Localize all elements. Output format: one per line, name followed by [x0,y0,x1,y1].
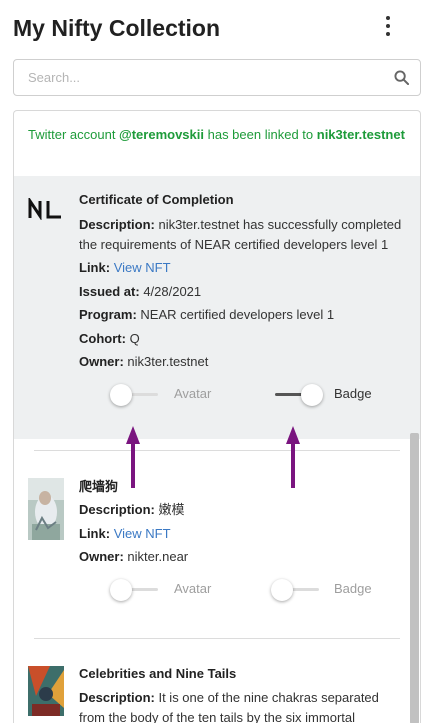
page-title: My Nifty Collection [13,15,221,41]
link-field: Link: View NFT [79,258,406,278]
view-nft-link[interactable]: View NFT [114,526,171,541]
search-input[interactable] [14,60,384,95]
toggle-knob [271,578,293,601]
notice-account: nik3ter.testnet [316,127,405,142]
owner-value: nik3ter.testnet [127,354,209,369]
link-label: Link: [79,260,111,275]
app-header: My Nifty Collection [13,12,419,48]
nft-card-certificate[interactable]: Certificate of Completion Description: n… [14,176,420,439]
view-nft-link[interactable]: View NFT [114,260,171,275]
annotation-arrow-up-icon [126,426,140,488]
owner-label: Owner: [79,354,124,369]
toggle-knob [301,383,323,406]
card-toggles: Avatar Badge [28,372,406,418]
link-label: Link: [79,525,111,541]
notice-prefix: Twitter account [28,127,120,142]
notice-handle: @teremovskii [119,127,204,142]
nl-logo-icon [28,198,61,220]
search-box [13,59,421,96]
description-label: Description: [79,217,155,232]
avatar-label: Avatar [174,580,212,596]
badge-toggle[interactable] [271,578,323,601]
scrollbar[interactable] [410,433,419,723]
description-field: Description: 嫩模 [79,500,406,520]
card-toggles: Avatar Badge [28,567,406,613]
owner-field: Owner: nik3ter.testnet [79,352,406,372]
link-notice: Twitter account @teremovskii has been li… [14,111,420,176]
description-label: Description: [79,690,155,705]
badge-label: Badge [334,385,372,401]
toggle-knob [110,578,132,601]
cohort-field: Cohort: Q [79,329,406,349]
program-label: Program: [79,307,137,322]
badge-toggle[interactable] [271,383,323,406]
avatar-label: Avatar [174,385,212,401]
owner-field: Owner: nikter.near [79,547,406,567]
link-field: Link: View NFT [79,524,406,544]
nft-thumbnail-image [28,478,64,540]
card-title: Celebrities and Nine Tails [79,666,237,681]
description-label: Description: [79,502,155,517]
search-icon[interactable] [394,70,409,85]
avatar-toggle[interactable] [110,383,162,406]
issued-value: 4/28/2021 [143,283,202,299]
description-field: Description: nik3ter.testnet has success… [79,215,406,254]
card-title: Certificate of Completion [79,192,234,207]
cohort-value: Q [129,330,140,346]
toggle-knob [110,383,132,406]
cohort-label: Cohort: [79,330,126,346]
program-field: Program: NEAR certified developers level… [79,305,406,325]
annotation-arrow-up-icon [286,426,300,488]
issued-label: Issued at: [79,283,140,299]
avatar-toggle[interactable] [110,578,162,601]
owner-label: Owner: [79,549,124,564]
nft-card-climbing-dog[interactable]: 爬墙狗 Description: 嫩模 Link: View NFT Owner… [14,451,420,625]
kebab-menu-icon[interactable] [383,16,393,38]
issued-field: Issued at: 4/28/2021 [79,282,406,302]
program-value: NEAR certified developers level 1 [140,307,335,322]
description-field: Description: It is one of the nine chakr… [79,688,406,723]
nft-thumbnail-image [28,666,64,716]
nft-card-nine-tails[interactable]: Celebrities and Nine Tails Description: … [14,639,420,723]
owner-value: nikter.near [127,549,189,564]
nft-list-panel: Twitter account @teremovskii has been li… [13,110,421,723]
description-value: 嫩模 [158,502,185,517]
notice-middle: has been linked to [204,127,317,142]
badge-label: Badge [334,580,372,596]
